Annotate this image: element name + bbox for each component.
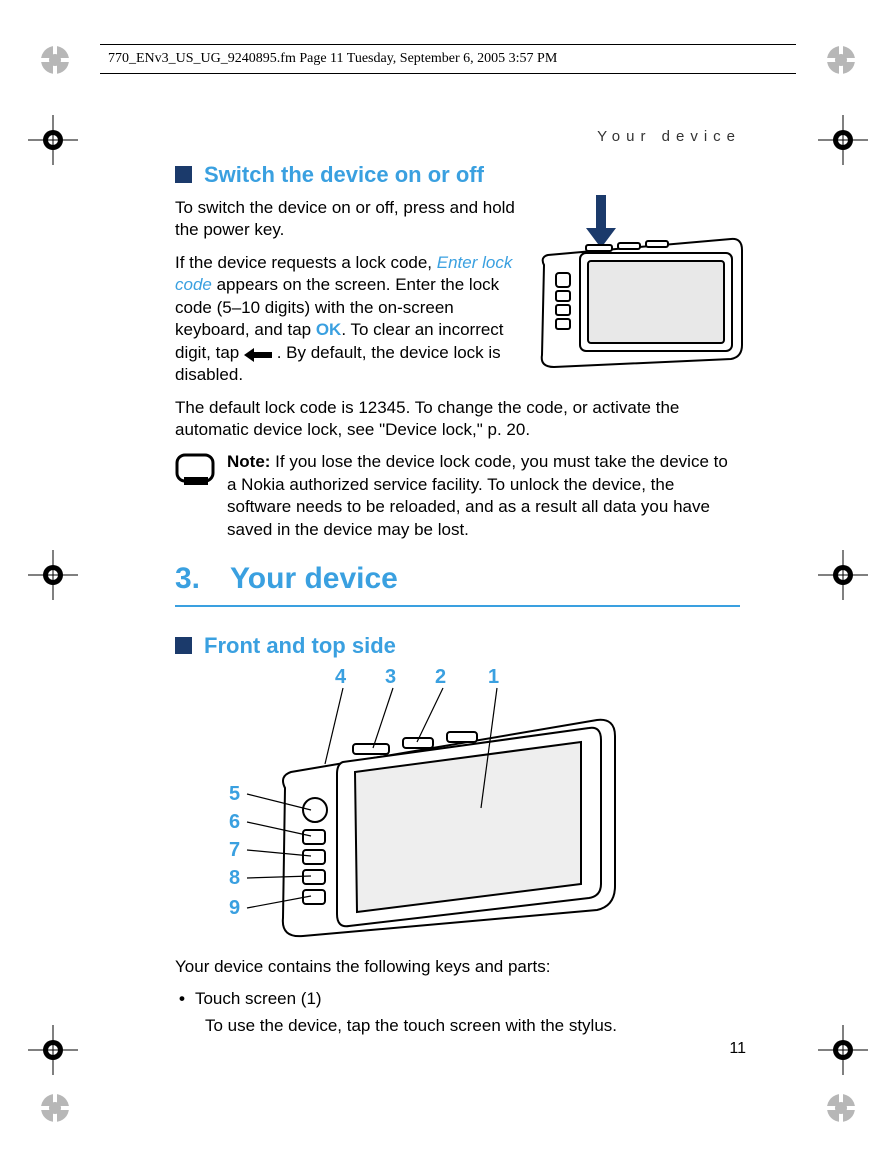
note-icon	[175, 453, 215, 487]
chapter-heading: 3. Your device	[175, 559, 740, 607]
bullet-icon: •	[179, 988, 185, 1010]
registration-mark-tr	[821, 40, 861, 80]
section-heading-switch: Switch the device on or off	[175, 160, 740, 189]
section-bullet-icon	[175, 637, 192, 654]
callout-9: 9	[229, 895, 240, 921]
paragraph: The default lock code is 12345. To chang…	[175, 397, 740, 442]
paragraph: If the device requests a lock code, Ente…	[175, 252, 520, 387]
device-front-illustration: 1 2 3 4 5 6 7 8 9	[225, 668, 635, 948]
page-number: 11	[729, 1040, 746, 1058]
callout-8: 8	[229, 865, 240, 891]
crop-mark-right-mid	[818, 550, 868, 600]
section-heading-text: Front and top side	[204, 631, 396, 660]
paragraph: Your device contains the following keys …	[175, 956, 740, 978]
ui-label-ok: OK	[316, 320, 342, 339]
section-heading-text: Switch the device on or off	[204, 160, 484, 189]
crop-mark-left-top	[28, 115, 78, 165]
callout-5: 5	[229, 781, 240, 807]
callout-7: 7	[229, 837, 240, 863]
callout-1: 1	[488, 664, 499, 690]
section-heading-front: Front and top side	[175, 631, 740, 660]
registration-mark-tl	[35, 40, 75, 80]
bullet-text: Touch screen (1)	[195, 988, 322, 1010]
note-text: Note: If you lose the device lock code, …	[227, 451, 740, 541]
framemaker-header: 770_ENv3_US_UG_9240895.fm Page 11 Tuesda…	[100, 44, 796, 74]
callout-4: 4	[335, 664, 346, 690]
backspace-icon	[244, 346, 272, 360]
note-label: Note:	[227, 452, 270, 471]
callout-6: 6	[229, 809, 240, 835]
note-block: Note: If you lose the device lock code, …	[175, 451, 740, 541]
running-header: Your device	[597, 128, 741, 145]
callout-3: 3	[385, 664, 396, 690]
bullet-subtext: To use the device, tap the touch screen …	[205, 1015, 740, 1037]
crop-mark-right-bottom	[818, 1025, 868, 1075]
crop-mark-left-bottom	[28, 1025, 78, 1075]
section-bullet-icon	[175, 166, 192, 183]
crop-mark-right-top	[818, 115, 868, 165]
registration-mark-br	[821, 1088, 861, 1128]
bullet-item: • Touch screen (1)	[179, 988, 740, 1010]
callout-2: 2	[435, 664, 446, 690]
paragraph: To switch the device on or off, press an…	[175, 197, 520, 242]
registration-mark-bl	[35, 1088, 75, 1128]
crop-mark-left-mid	[28, 550, 78, 600]
framemaker-header-text: 770_ENv3_US_UG_9240895.fm Page 11 Tuesda…	[108, 51, 557, 67]
